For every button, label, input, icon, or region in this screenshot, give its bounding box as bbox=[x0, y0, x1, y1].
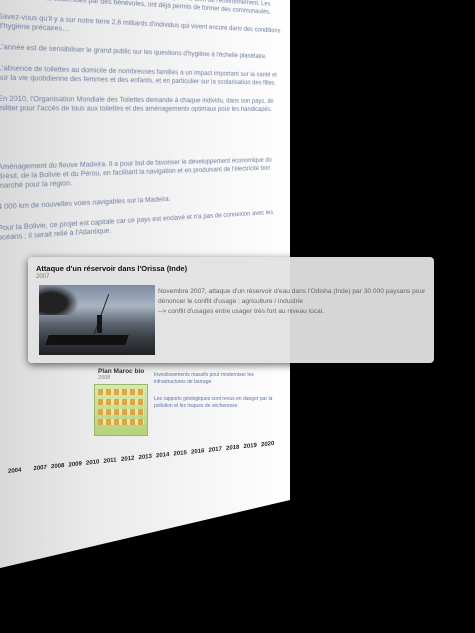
event-year: 2007 bbox=[36, 274, 49, 280]
stage: décharge humaine, un système d'assainiss… bbox=[0, 0, 475, 633]
timeline-year-label[interactable]: 2008 bbox=[51, 463, 64, 470]
timeline-year-label[interactable]: 2017 bbox=[209, 446, 222, 453]
timeline-year-label[interactable]: 2010 bbox=[86, 459, 99, 466]
event-description-line: Novembre 2007, attaque d'un réservoir d'… bbox=[158, 287, 426, 297]
timeline-year-label[interactable]: 2009 bbox=[69, 461, 82, 468]
timeline-year-label[interactable]: 2018 bbox=[226, 445, 239, 452]
event-detail-popup[interactable]: Attaque d'un réservoir dans l'Orissa (In… bbox=[28, 257, 434, 363]
event-photo bbox=[39, 285, 155, 355]
timeline-year-label[interactable]: 2015 bbox=[174, 450, 187, 457]
event-description: Novembre 2007, attaque d'un réservoir d'… bbox=[158, 287, 426, 317]
background-paragraph: Pour la Bolivie, ce projet est capitale … bbox=[0, 208, 290, 247]
timeline-year-label[interactable]: 2004 bbox=[8, 468, 21, 475]
event-description-line: --> conflit d'usages entre usager très f… bbox=[158, 307, 426, 317]
background-paragraph: Aménagement du fleuve Madeira. Il a pour… bbox=[0, 156, 290, 194]
timeline-year-label[interactable]: 2011 bbox=[104, 458, 117, 465]
mini-event-line: Investissements massifs pour moderniser … bbox=[154, 372, 284, 386]
mini-event[interactable]: Plan Maroc bio 2008 Investissements mass… bbox=[98, 368, 288, 387]
timeline-year-label[interactable]: 2019 bbox=[244, 443, 257, 450]
background-paragraph: L'année est de sensibiliser le grand pub… bbox=[0, 41, 290, 62]
event-title: Attaque d'un réservoir dans l'Orissa (In… bbox=[36, 264, 187, 273]
event-description-line: dénoncer le conflit d'usage : agricultur… bbox=[158, 297, 426, 307]
background-paragraph: En 2010, l'Organisation Mondiale des Toi… bbox=[0, 94, 290, 114]
timeline-year-label[interactable]: 2016 bbox=[191, 448, 204, 455]
timeline-year-label[interactable]: 2020 bbox=[261, 441, 274, 448]
background-paragraph: L'absence de toilettes au domicile de no… bbox=[0, 63, 290, 88]
timeline-year-label[interactable]: 2012 bbox=[121, 456, 134, 463]
timeline-year-label[interactable]: 2014 bbox=[156, 452, 169, 459]
timeline-year-label[interactable]: 2007 bbox=[34, 465, 47, 472]
timeline-year-label[interactable]: 2013 bbox=[139, 454, 152, 461]
